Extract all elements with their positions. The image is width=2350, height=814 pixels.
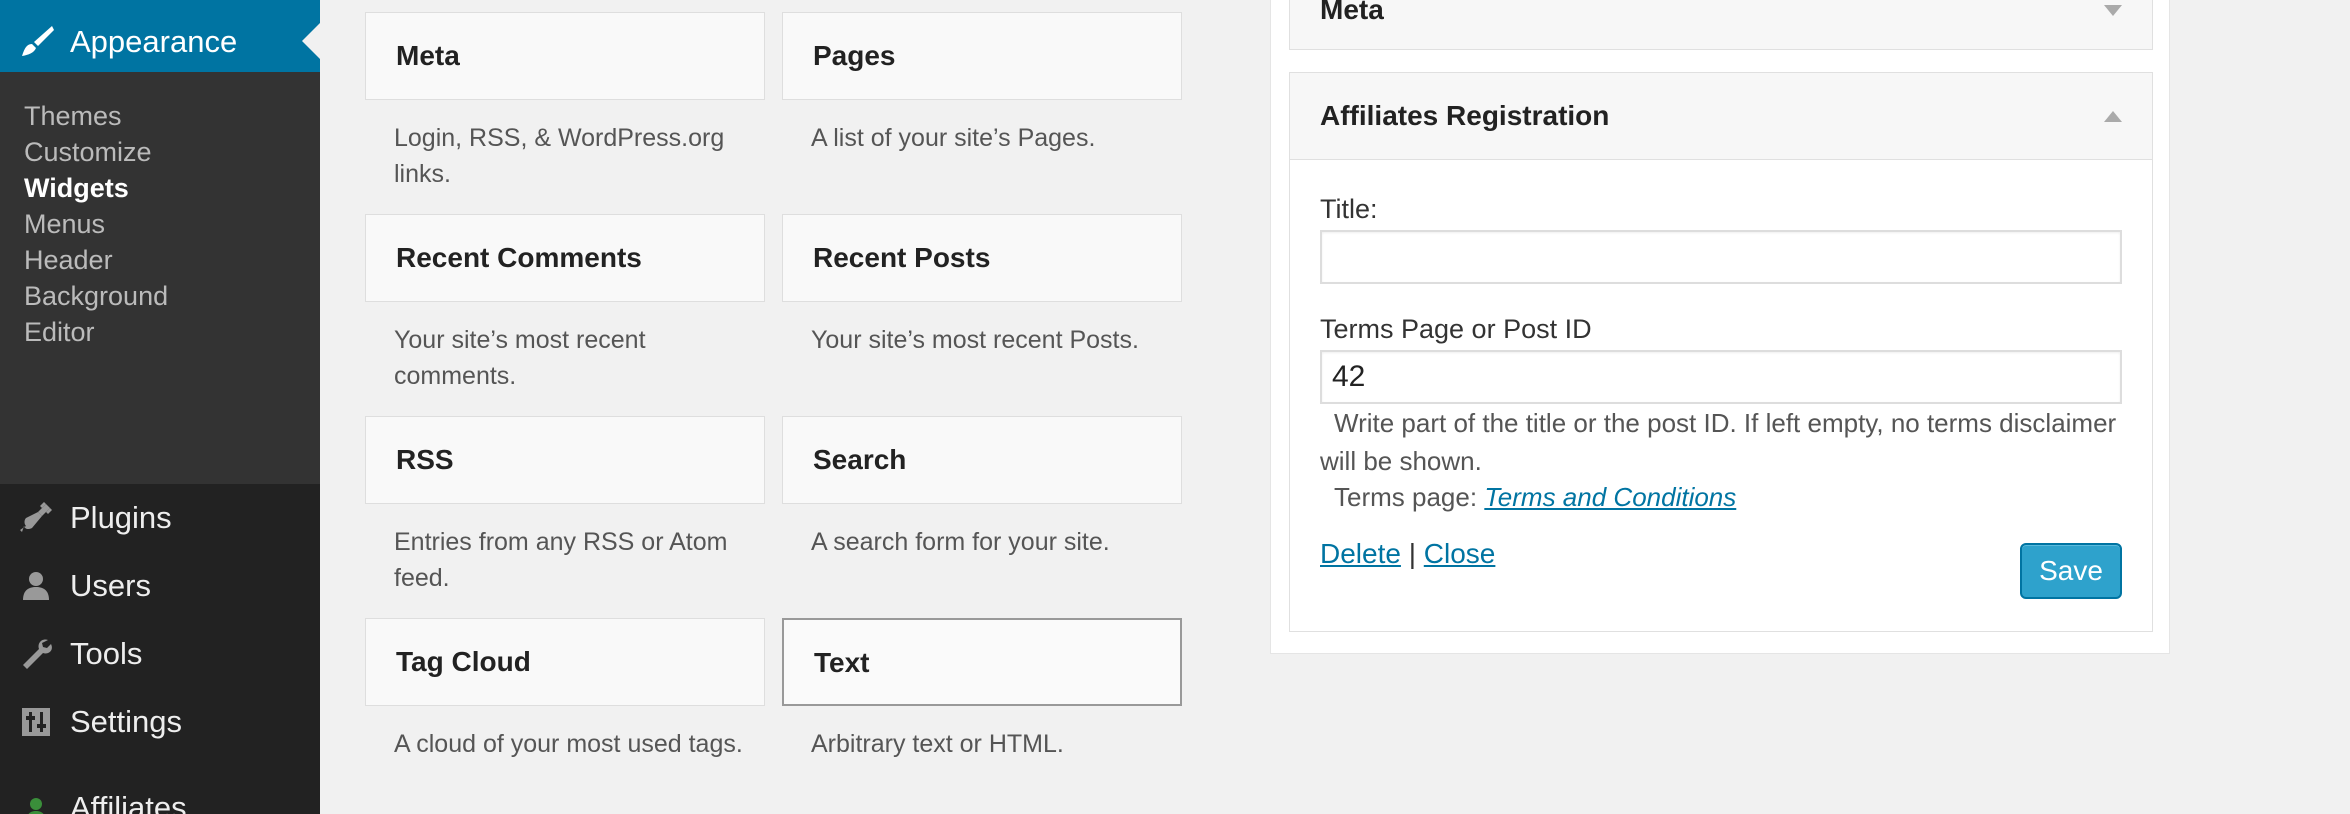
link-separator: | xyxy=(1408,538,1416,569)
menu-item-tools[interactable]: Tools xyxy=(0,620,320,688)
submenu-item-widgets[interactable]: Widgets xyxy=(24,168,129,208)
widget-description: A search form for your site. xyxy=(811,528,1110,556)
terms-field-label: Terms Page or Post ID xyxy=(1320,314,1592,344)
widget-title: Recent Comments xyxy=(396,242,642,273)
placed-widget-affiliates-registration[interactable]: Affiliates Registration xyxy=(1289,72,2153,160)
menu-item-users[interactable]: Users xyxy=(0,552,320,620)
title-field-label: Title: xyxy=(1320,194,1378,224)
widget-tag-cloud[interactable]: Tag Cloud xyxy=(365,618,765,706)
terms-page-label: Terms page: xyxy=(1334,482,1478,512)
widget-description: Entries from any RSS or Atom feed. xyxy=(394,528,728,592)
widget-title: Recent Posts xyxy=(813,242,991,273)
submenu-item-menus[interactable]: Menus xyxy=(24,204,105,244)
widget-control-actions: Delete | Close xyxy=(1320,536,1495,572)
admin-sidebar: Appearance Themes Customize Widgets Menu… xyxy=(0,0,320,814)
menu-item-label: Plugins xyxy=(70,500,172,535)
widget-rss[interactable]: RSS xyxy=(365,416,765,504)
affiliates-icon xyxy=(28,798,44,814)
placed-widget-meta[interactable]: Meta xyxy=(1289,0,2153,50)
widget-description: A list of your site’s Pages. xyxy=(811,124,1096,152)
widget-title: Tag Cloud xyxy=(396,646,531,677)
widget-description: Login, RSS, & WordPress.org links. xyxy=(394,124,725,188)
hint-text: Write part of the title or the post ID. … xyxy=(1320,408,2117,476)
submenu-item-editor[interactable]: Editor xyxy=(24,312,95,352)
collapse-toggle-icon[interactable] xyxy=(2104,111,2122,122)
widget-recent-posts[interactable]: Recent Posts xyxy=(782,214,1182,302)
menu-item-label: Affiliates xyxy=(70,790,187,814)
menu-item-label: Tools xyxy=(70,636,143,671)
menu-item-label: Users xyxy=(70,568,151,603)
menu-item-affiliates[interactable]: Affiliates xyxy=(0,774,320,814)
terms-page-input[interactable] xyxy=(1320,350,2122,404)
widget-form: Title: Terms Page or Post ID Write part … xyxy=(1289,160,2153,632)
terms-page-line: Terms page: Terms and Conditions xyxy=(1334,478,1736,516)
terms-page-link[interactable]: Terms and Conditions xyxy=(1484,482,1736,512)
save-button[interactable]: Save xyxy=(2020,543,2122,599)
menu-item-appearance[interactable]: Appearance xyxy=(0,0,320,72)
widget-description: Your site’s most recent Posts. xyxy=(811,326,1139,354)
submenu-item-header[interactable]: Header xyxy=(24,240,113,280)
widget-search[interactable]: Search xyxy=(782,416,1182,504)
widget-title: Meta xyxy=(1320,0,1384,25)
expand-toggle-icon[interactable] xyxy=(2104,5,2122,16)
widget-description: Your site’s most recent comments. xyxy=(394,326,646,390)
widget-title: RSS xyxy=(396,444,454,475)
menu-item-label: Appearance xyxy=(70,24,238,59)
widget-recent-comments[interactable]: Recent Comments xyxy=(365,214,765,302)
widget-title: Text xyxy=(814,647,870,678)
title-input[interactable] xyxy=(1320,230,2122,284)
widget-title: Meta xyxy=(396,40,460,71)
menu-item-label: Settings xyxy=(70,704,183,739)
widget-text[interactable]: Text xyxy=(782,618,1182,706)
widget-pages[interactable]: Pages xyxy=(782,12,1182,100)
appearance-submenu: Themes Customize Widgets Menus Header Ba… xyxy=(0,72,320,484)
widget-description: Arbitrary text or HTML. xyxy=(811,730,1064,758)
menu-item-settings[interactable]: Settings xyxy=(0,688,320,756)
paintbrush-icon xyxy=(22,26,54,56)
plugin-icon xyxy=(20,502,52,532)
menu-item-plugins[interactable]: Plugins xyxy=(0,484,320,552)
submenu-item-background[interactable]: Background xyxy=(24,276,168,316)
widget-title: Affiliates Registration xyxy=(1320,100,1610,131)
submenu-item-themes[interactable]: Themes xyxy=(24,96,122,136)
close-link[interactable]: Close xyxy=(1424,538,1496,569)
terms-hint-text: Write part of the title or the post ID. … xyxy=(1320,404,2120,480)
widget-description: A cloud of your most used tags. xyxy=(394,730,743,758)
widget-area-panel: Meta Affiliates Registration Title: Term… xyxy=(1270,0,2170,654)
submenu-item-customize[interactable]: Customize xyxy=(24,132,152,172)
widget-title: Search xyxy=(813,444,907,475)
user-icon xyxy=(23,572,49,600)
delete-link[interactable]: Delete xyxy=(1320,538,1401,569)
current-menu-arrow xyxy=(302,23,320,59)
widget-meta[interactable]: Meta xyxy=(365,12,765,100)
wrench-icon xyxy=(23,639,52,669)
settings-sliders-icon xyxy=(22,708,50,736)
widget-title: Pages xyxy=(813,40,896,71)
